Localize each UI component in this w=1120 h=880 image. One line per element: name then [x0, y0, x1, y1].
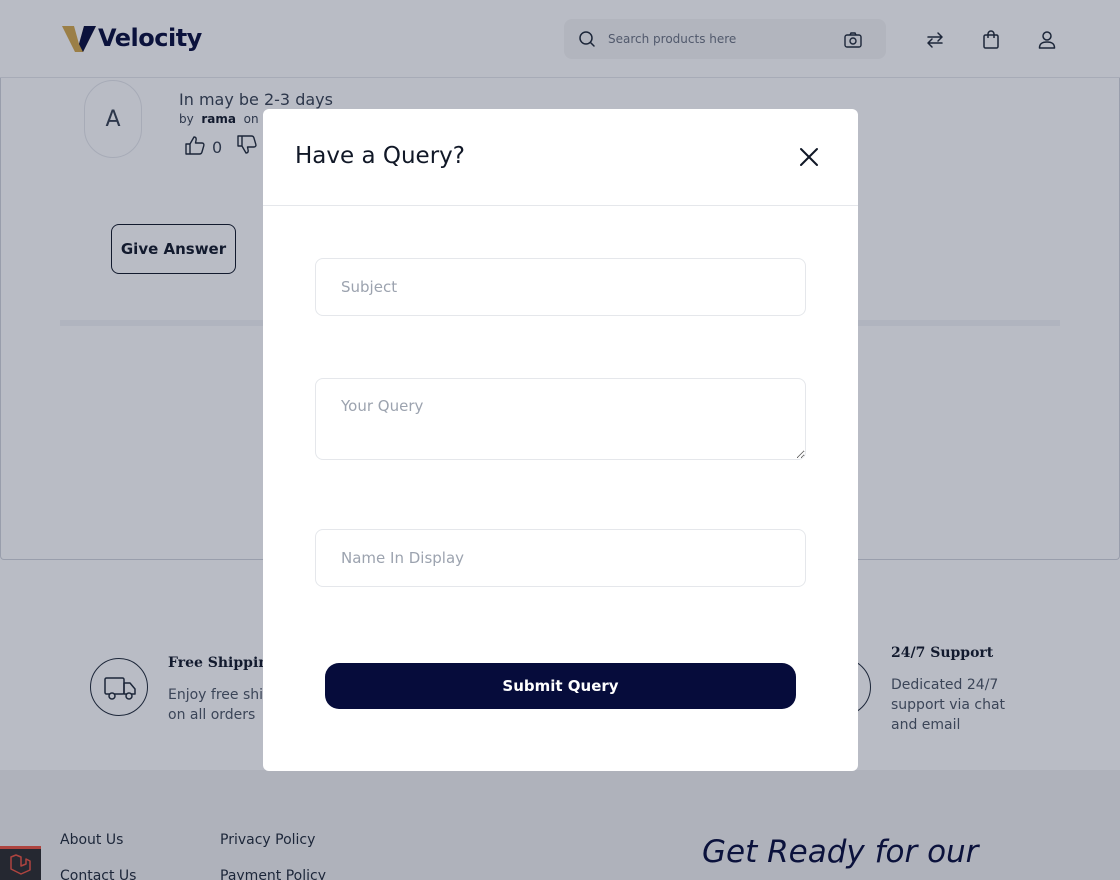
- query-modal: Have a Query? Submit Query: [263, 109, 858, 771]
- submit-query-button[interactable]: Submit Query: [325, 663, 796, 709]
- close-icon: [800, 148, 818, 166]
- modal-title: Have a Query?: [295, 143, 465, 169]
- modal-header: Have a Query?: [263, 109, 858, 206]
- close-button[interactable]: [797, 145, 821, 169]
- display-name-field[interactable]: [315, 529, 806, 587]
- query-field[interactable]: [315, 378, 806, 460]
- subject-field[interactable]: [315, 258, 806, 316]
